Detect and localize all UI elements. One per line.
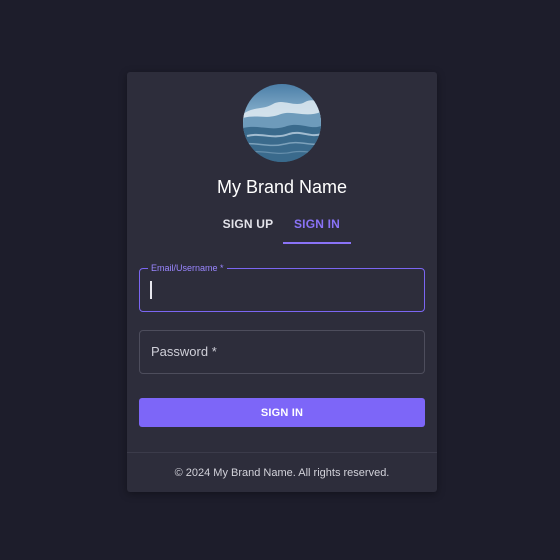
footer-divider xyxy=(127,452,437,453)
text-cursor xyxy=(150,281,152,299)
email-field[interactable]: Email/Username * xyxy=(139,262,425,312)
auth-tabs: SIGN UP SIGN IN xyxy=(127,212,437,244)
tab-sign-up[interactable]: SIGN UP xyxy=(213,212,283,242)
landscape-photo-icon xyxy=(243,84,321,162)
brand-name: My Brand Name xyxy=(216,177,348,197)
password-field[interactable]: Password * xyxy=(139,330,425,374)
copyright-footer: © 2024 My Brand Name. All rights reserve… xyxy=(174,467,390,479)
tab-sign-in[interactable]: SIGN IN xyxy=(283,212,351,244)
brand-avatar xyxy=(243,84,321,162)
sign-in-button[interactable]: SIGN IN xyxy=(139,398,425,427)
password-input[interactable] xyxy=(140,331,424,373)
login-card: My Brand Name SIGN UP SIGN IN Email/User… xyxy=(127,72,437,492)
email-input[interactable] xyxy=(140,269,424,311)
login-page: My Brand Name SIGN UP SIGN IN Email/User… xyxy=(0,0,560,560)
